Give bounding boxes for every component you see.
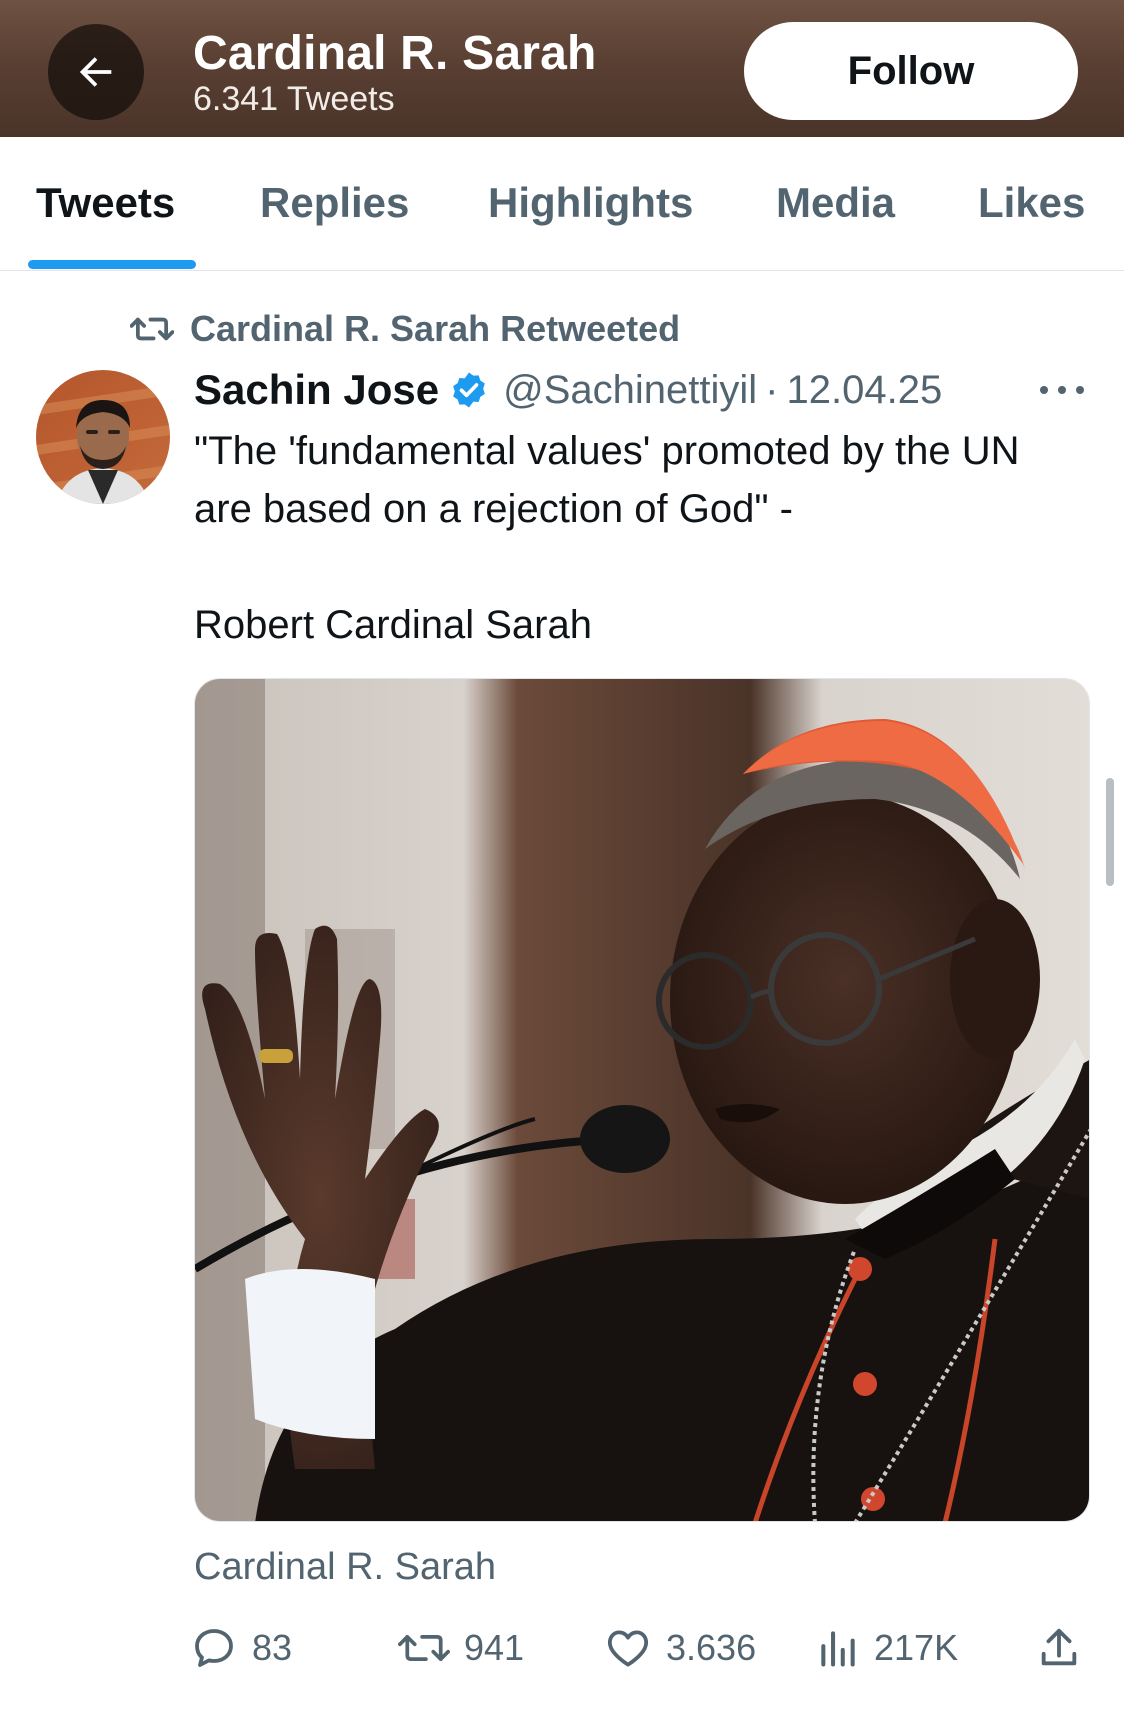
author-name[interactable]: Sachin Jose: [194, 366, 439, 414]
media-card-caption[interactable]: Cardinal R. Sarah: [194, 1546, 496, 1589]
retweet-icon: [130, 317, 174, 341]
verified-badge-icon: [449, 370, 489, 410]
tweet-header: Sachin Jose @Sachinettiyil · 12.04.25: [194, 364, 942, 416]
views-button[interactable]: 217K: [816, 1618, 958, 1678]
tab-tweets[interactable]: Tweets: [36, 179, 175, 227]
tab-media[interactable]: Media: [776, 179, 895, 227]
author-avatar[interactable]: [36, 370, 170, 504]
active-tab-indicator: [28, 260, 196, 269]
like-icon: [607, 1630, 649, 1667]
more-icon[interactable]: [1040, 380, 1084, 400]
retweet-icon: [398, 1634, 450, 1661]
share-button[interactable]: [1036, 1618, 1082, 1678]
tab-likes[interactable]: Likes: [978, 179, 1085, 227]
tweet-media-image[interactable]: [194, 678, 1090, 1522]
profile-header: Cardinal R. Sarah 6.341 Tweets Follow: [0, 0, 1124, 137]
reply-icon: [195, 1629, 233, 1667]
tweet-text-line: "The 'fundamental values' promoted by th…: [194, 429, 1020, 531]
separator-dot: ·: [765, 367, 779, 412]
views-icon: [821, 1631, 855, 1667]
reply-count: 83: [252, 1627, 293, 1668]
back-button[interactable]: [48, 24, 144, 120]
like-button[interactable]: 3.636: [604, 1618, 756, 1678]
tweet-text: "The 'fundamental values' promoted by th…: [194, 422, 1074, 654]
views-count: 217K: [874, 1627, 959, 1668]
reply-button[interactable]: 83: [190, 1618, 292, 1678]
tweet-actions: 83 941 3.636 217K: [190, 1618, 1090, 1678]
like-count: 3.636: [666, 1627, 757, 1668]
tab-highlights[interactable]: Highlights: [488, 179, 693, 227]
tweet-text-line: Robert Cardinal Sarah: [194, 603, 592, 647]
profile-name: Cardinal R. Sarah: [193, 27, 597, 80]
retweet-context[interactable]: Cardinal R. Sarah Retweeted: [130, 306, 680, 352]
retweet-count: 941: [464, 1627, 525, 1668]
profile-tabs: Tweets Replies Highlights Media Likes: [0, 137, 1124, 271]
author-handle[interactable]: @Sachinettiyil: [503, 368, 757, 413]
follow-button[interactable]: Follow: [744, 22, 1078, 120]
tab-replies[interactable]: Replies: [260, 179, 409, 227]
share-icon: [1041, 1628, 1077, 1666]
retweet-button[interactable]: 941: [398, 1618, 524, 1678]
scrollbar[interactable]: [1106, 778, 1114, 886]
tweet-date[interactable]: 12.04.25: [786, 368, 942, 413]
tweet-count: 6.341 Tweets: [193, 80, 395, 118]
back-arrow-icon: [79, 57, 112, 87]
retweet-context-label: Cardinal R. Sarah Retweeted: [190, 308, 681, 349]
